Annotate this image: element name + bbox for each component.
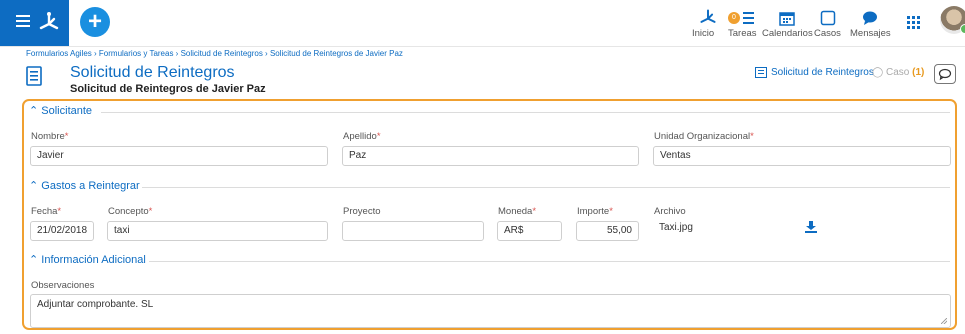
concepto-field[interactable]: taxi [107, 221, 328, 241]
proyecto-label: Proyecto [343, 206, 381, 217]
nav-tareas-label: Tareas [728, 28, 757, 39]
calendar-icon [779, 12, 795, 26]
user-avatar[interactable] [940, 6, 965, 34]
nav-tareas[interactable]: 0 Tareas [728, 6, 758, 42]
nav-calendarios[interactable]: Calendarios [762, 6, 813, 42]
case-label: Caso [885, 67, 910, 78]
section-solicitante-title: Solicitante [41, 105, 93, 117]
nombre-label: Nombre* [31, 131, 69, 142]
divider [101, 112, 950, 113]
app-logo-icon[interactable] [38, 11, 60, 33]
top-bar: + Inicio 0 Tareas Calendarios Casos Mens… [0, 0, 965, 47]
section-info-title: Información Adicional [41, 254, 146, 266]
form-document-icon [26, 66, 42, 86]
archivo-label: Archivo [654, 206, 686, 217]
apps-grid-icon[interactable] [907, 16, 920, 29]
proyecto-field[interactable] [342, 221, 484, 241]
moneda-field[interactable]: AR$ [497, 221, 562, 241]
case-count: (1) [912, 67, 925, 78]
comments-button[interactable] [934, 64, 956, 84]
nav-mensajes-label: Mensajes [850, 28, 891, 39]
chevron-up-icon: ⌃ [29, 180, 39, 192]
apellido-field[interactable]: Paz [342, 146, 639, 166]
process-icon [700, 9, 716, 23]
unidad-field[interactable]: Ventas [653, 146, 951, 166]
case-link[interactable]: ◯ Caso (1) [872, 67, 924, 78]
online-status-dot [960, 24, 965, 34]
archivo-filename[interactable]: Taxi.jpg [659, 222, 693, 233]
divider [149, 261, 950, 262]
concepto-label: Concepto* [108, 206, 153, 217]
nav-mensajes[interactable]: Mensajes [850, 6, 891, 42]
page-subtitle: Solicitud de Reintegros de Javier Paz [70, 83, 266, 95]
moneda-label: Moneda* [498, 206, 537, 217]
observaciones-textarea[interactable]: Adjuntar comprobante. SL [30, 294, 951, 328]
nav-inicio-label: Inicio [692, 28, 715, 39]
nombre-field[interactable]: Javier [30, 146, 328, 166]
form-link-icon [755, 67, 767, 78]
section-solicitante-toggle[interactable]: ⌃ Solicitante [29, 104, 92, 117]
resize-handle-icon[interactable] [941, 318, 947, 324]
tag-icon: ◯ [872, 67, 884, 78]
add-button[interactable]: + [80, 7, 110, 37]
nav-calendarios-label: Calendarios [762, 28, 813, 39]
cases-icon [820, 10, 836, 26]
comment-icon [938, 68, 952, 81]
divider [142, 187, 950, 188]
fecha-label: Fecha* [31, 206, 62, 217]
nav-inicio[interactable]: Inicio [692, 6, 724, 42]
chat-icon [863, 11, 877, 25]
chevron-up-icon: ⌃ [29, 105, 39, 117]
observaciones-label: Observaciones [31, 280, 95, 291]
unidad-label: Unidad Organizacional* [654, 131, 754, 142]
section-gastos-title: Gastos a Reintegrar [41, 180, 140, 192]
section-info-toggle[interactable]: ⌃ Información Adicional [29, 253, 146, 266]
brand-area [0, 0, 69, 46]
importe-label: Importe* [577, 206, 613, 217]
menu-icon[interactable] [16, 15, 30, 27]
fecha-field[interactable]: 21/02/2018 [30, 221, 94, 241]
apellido-label: Apellido* [343, 131, 381, 142]
nav-casos-label: Casos [814, 28, 841, 39]
download-icon[interactable] [804, 220, 818, 234]
chevron-up-icon: ⌃ [29, 254, 39, 266]
page-title: Solicitud de Reintegros [70, 64, 235, 81]
form-link[interactable]: Solicitud de Reintegros [771, 67, 874, 78]
observaciones-text: Adjuntar comprobante. SL [37, 299, 154, 310]
importe-field[interactable]: 55,00 [576, 221, 639, 241]
section-gastos-toggle[interactable]: ⌃ Gastos a Reintegrar [29, 179, 140, 192]
breadcrumb[interactable]: Formularios Agiles › Formularios y Tarea… [26, 49, 403, 58]
nav-casos[interactable]: Casos [814, 6, 842, 42]
tasks-badge: 0 [728, 12, 740, 24]
